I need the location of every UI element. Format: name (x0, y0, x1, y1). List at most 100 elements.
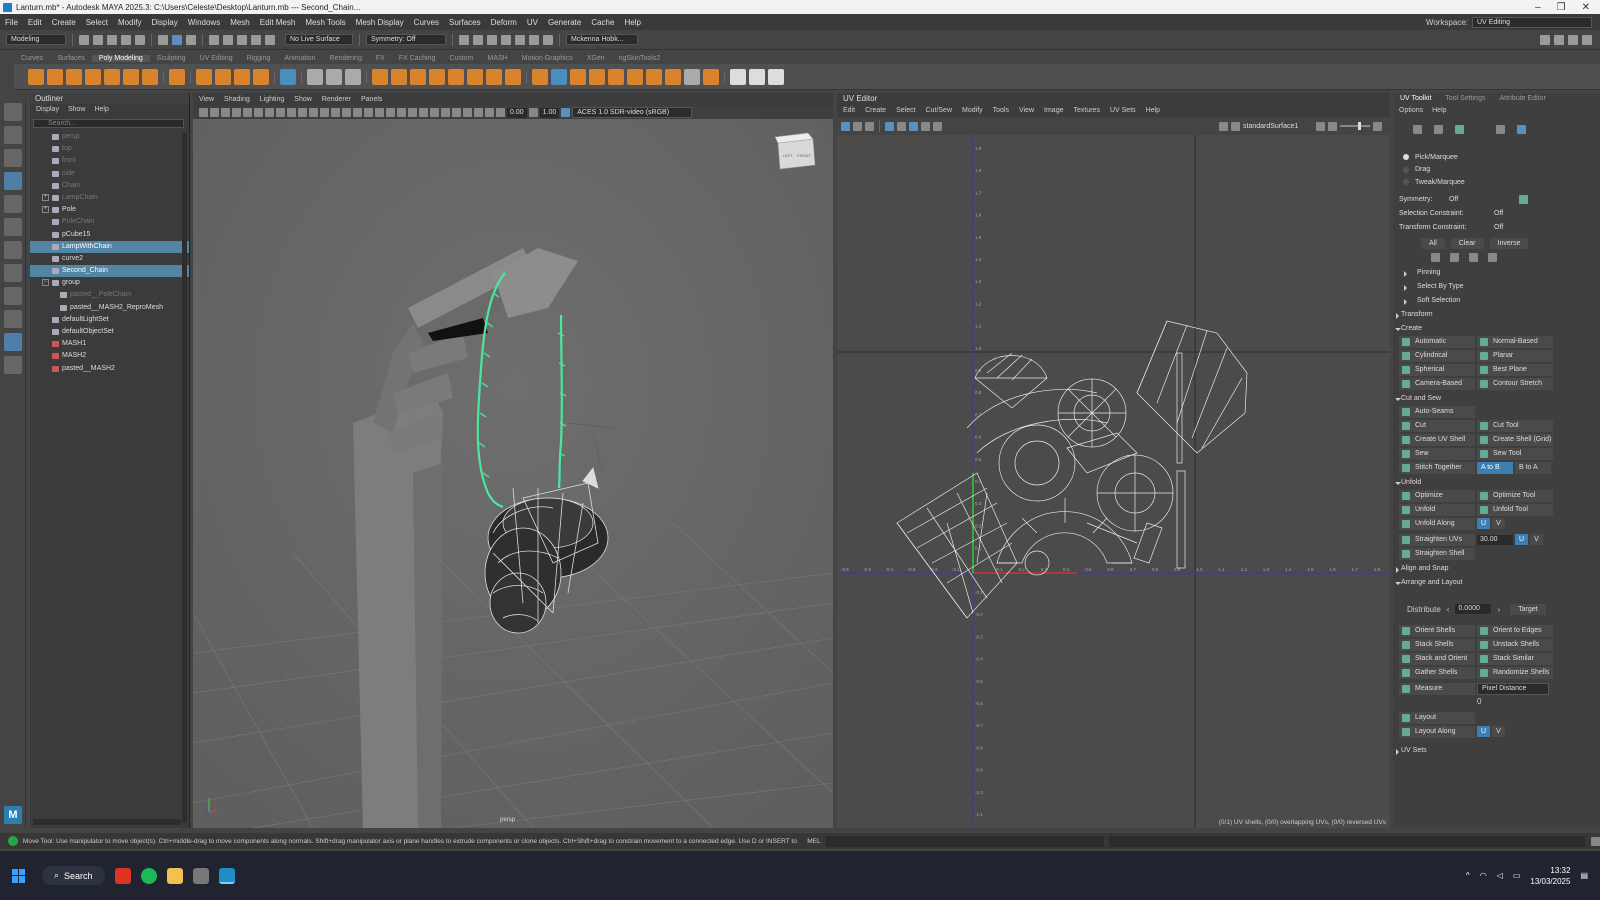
anti-aliasing-icon[interactable] (430, 108, 439, 117)
best-plane-button[interactable]: Best Plane (1477, 363, 1553, 376)
bridge-icon[interactable] (429, 68, 445, 85)
symmetry-dropdown[interactable]: Symmetry: Off (366, 34, 446, 45)
paint-select-icon[interactable] (730, 68, 746, 85)
outliner-item[interactable]: + Pole (30, 204, 189, 216)
select-border-icon[interactable] (1469, 252, 1478, 262)
uv-menu-tools[interactable]: Tools (993, 104, 1009, 117)
film-gate-icon[interactable] (276, 108, 285, 117)
select-inverse-button[interactable]: Inverse (1489, 237, 1529, 249)
sew-button[interactable]: Sew (1399, 447, 1475, 460)
mirror-icon[interactable] (703, 68, 719, 85)
snap-point-icon[interactable] (237, 34, 247, 45)
uv-vertex-mode-icon[interactable] (1413, 124, 1422, 134)
command-language-label[interactable]: MEL (807, 838, 820, 845)
backface-culling-icon[interactable] (485, 108, 494, 117)
gamma-field[interactable]: 1.00 (539, 107, 560, 118)
orient-to-edges-button[interactable]: Orient to Edges (1477, 624, 1553, 637)
uv-brightness-slider[interactable] (1340, 122, 1370, 130)
pinning-section[interactable]: Pinning (1401, 266, 1600, 280)
outliner-item[interactable]: Chain (30, 180, 189, 192)
resolution-gate-icon[interactable] (287, 108, 296, 117)
select-camera-icon[interactable] (199, 108, 208, 117)
volume-icon[interactable]: ◁ (1497, 871, 1503, 880)
two-pane-layout-icon[interactable] (4, 310, 22, 328)
poly-sweep-icon[interactable] (215, 68, 231, 85)
connect-icon[interactable] (589, 68, 605, 85)
uv-menu-create[interactable]: Create (865, 104, 886, 117)
outliner-item[interactable]: front (30, 155, 189, 167)
straighten-u-toggle[interactable]: U (1515, 534, 1529, 545)
render-view-icon[interactable] (459, 34, 469, 45)
snap-view-icon[interactable] (251, 34, 261, 45)
poly-sphere-icon[interactable] (28, 68, 44, 85)
camera-app-icon[interactable] (192, 867, 209, 884)
shelf-tab-sculpting[interactable]: Sculpting (150, 55, 193, 62)
uv-menu-modify[interactable]: Modify (962, 104, 983, 117)
uv-face-mode-icon[interactable] (1455, 124, 1464, 134)
channel-box-icon[interactable] (1554, 34, 1564, 45)
2d-pan-zoom-icon[interactable] (243, 108, 252, 117)
uv-menu-uv-sets[interactable]: UV Sets (1110, 104, 1136, 117)
close-icon[interactable]: ✕ (1582, 2, 1590, 13)
script-editor-icon[interactable] (1591, 836, 1600, 846)
outliner-item[interactable]: MASH1 (30, 338, 189, 350)
uv-exposure-icon[interactable] (1373, 121, 1382, 131)
new-scene-icon[interactable] (79, 34, 89, 45)
menu-modify[interactable]: Modify (113, 18, 147, 27)
toolkit-menu-options[interactable]: Options (1399, 105, 1423, 117)
align-snap-section[interactable]: Align and Snap (1393, 562, 1600, 576)
layout-along-v-toggle[interactable]: V (1492, 726, 1505, 737)
gamma-icon[interactable] (528, 108, 538, 117)
poly-cube-icon[interactable] (47, 68, 63, 85)
create-shell-grid-button[interactable]: Create Shell (Grid) (1477, 433, 1553, 446)
measure-button[interactable]: Measure (1399, 682, 1475, 695)
selection-mode-option[interactable]: Pick/Marquee (1393, 151, 1600, 164)
slide-edge-icon[interactable] (646, 68, 662, 85)
workspace-dropdown[interactable]: UV Editing (1472, 16, 1592, 28)
cylindrical-button[interactable]: Cylindrical (1399, 349, 1475, 362)
normal-based-button[interactable]: Normal-Based (1477, 335, 1553, 348)
viewport-menu-shading[interactable]: Shading (224, 93, 250, 106)
uv-menu-select[interactable]: Select (896, 104, 915, 117)
outliner-item[interactable]: − group (30, 277, 189, 289)
poly-platonic-icon[interactable] (196, 68, 212, 85)
save-scene-icon[interactable] (107, 34, 117, 45)
viewport-menu-renderer[interactable]: Renderer (322, 93, 351, 106)
uv-shell-mode-icon[interactable] (1496, 124, 1505, 134)
taskbar-search[interactable]: ⌕ Search (42, 866, 105, 885)
merge-icon[interactable] (486, 68, 502, 85)
uv-image-icon[interactable] (933, 121, 942, 131)
cut-sew-section[interactable]: Cut and Sew (1393, 392, 1600, 406)
xray-icon[interactable] (463, 108, 472, 117)
soft-selection-section[interactable]: Soft Selection (1401, 294, 1600, 308)
depth-of-field-icon[interactable] (441, 108, 450, 117)
unfold-button[interactable]: Unfold (1399, 503, 1475, 516)
extrude-icon[interactable] (410, 68, 426, 85)
boolean-union-icon[interactable] (372, 68, 388, 85)
safe-action-icon[interactable] (320, 108, 329, 117)
outliner-layout-icon[interactable] (4, 333, 22, 351)
spherical-button[interactable]: Spherical (1399, 363, 1475, 376)
outliner-item[interactable]: top (30, 143, 189, 155)
menu-help[interactable]: Help (619, 18, 645, 27)
scale-tool-icon[interactable] (4, 218, 22, 236)
menu-edit[interactable]: Edit (23, 18, 47, 27)
exposure-field[interactable]: 0.00 (507, 107, 527, 118)
straighten-uvs-button[interactable]: Straighten UVs (1399, 533, 1475, 546)
straighten-v-toggle[interactable]: V (1530, 534, 1543, 545)
menu-mesh-display[interactable]: Mesh Display (351, 18, 409, 27)
smooth-icon[interactable] (345, 68, 361, 85)
unstack-shells-button[interactable]: Unstack Shells (1477, 638, 1553, 651)
live-surface-field[interactable]: No Live Surface (285, 34, 353, 45)
unfold-along-u-toggle[interactable]: U (1477, 518, 1491, 529)
distribute-field[interactable]: 0.0000 (1455, 604, 1492, 614)
create-section[interactable]: Create (1393, 322, 1600, 336)
bookmarks-icon[interactable] (221, 108, 230, 117)
smooth-shade-icon[interactable] (353, 108, 362, 117)
ambient-occlusion-icon[interactable] (408, 108, 417, 117)
textured-icon[interactable] (375, 108, 384, 117)
viewport-menu-lighting[interactable]: Lighting (260, 93, 285, 106)
layout-along-u-toggle[interactable]: U (1477, 726, 1491, 737)
planar-button[interactable]: Planar (1477, 349, 1553, 362)
outliner-search-input[interactable]: Search... (33, 119, 184, 128)
